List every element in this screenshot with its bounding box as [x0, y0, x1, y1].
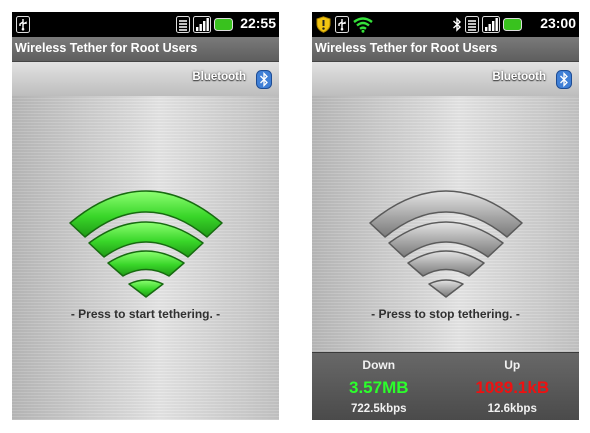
wifi-tether-icon[interactable] [367, 181, 525, 301]
status-time: 23:00 [540, 15, 576, 31]
usb-icon [335, 16, 349, 38]
warning-shield-icon [316, 16, 331, 38]
usb-icon [16, 16, 30, 38]
wifi-tether-icon[interactable] [67, 181, 225, 301]
wifi-status-icon [353, 16, 373, 38]
download-stats: Down 3.57MB 722.5kbps [312, 353, 446, 420]
bluetooth-label[interactable]: Bluetooth [492, 71, 546, 83]
data-signal-icon [176, 16, 190, 38]
traffic-panel: Down 3.57MB 722.5kbps Up 1089.1kB 12.6kb… [312, 352, 579, 420]
tether-hint: - Press to stop tethering. - [371, 307, 520, 321]
app-title: Wireless Tether for Root Users [15, 41, 198, 55]
down-total: 3.57MB [348, 378, 409, 397]
bluetooth-label[interactable]: Bluetooth [192, 71, 246, 83]
app-title: Wireless Tether for Root Users [315, 41, 498, 55]
tether-toggle-button[interactable] [67, 181, 225, 301]
phone-screen-left: 22:55 Wireless Tether for Root Users Blu… [12, 12, 279, 420]
status-bar: 22:55 [12, 12, 279, 37]
tether-content: - Press to start tethering. - [12, 96, 279, 420]
tether-hint: - Press to start tethering. - [70, 307, 221, 321]
upload-stats: Up 1089.1kB 12.6kbps [446, 353, 580, 420]
status-bar: 23:00 [312, 12, 579, 37]
app-title-bar: Wireless Tether for Root Users [12, 37, 279, 62]
up-label: Up [504, 358, 521, 372]
bluetooth-icon[interactable] [256, 70, 272, 94]
signal-icon [482, 16, 500, 38]
status-time: 22:55 [240, 15, 276, 31]
bluetooth-bar[interactable]: Bluetooth [12, 62, 279, 97]
app-title-bar: Wireless Tether for Root Users [312, 37, 579, 62]
bluetooth-status-icon [452, 16, 462, 38]
bluetooth-icon[interactable] [556, 70, 572, 94]
up-total: 1089.1kB [475, 378, 550, 397]
battery-icon [503, 16, 523, 38]
phone-screen-right: 23:00 Wireless Tether for Root Users Blu… [312, 12, 579, 420]
signal-icon [193, 16, 211, 38]
down-label: Down [362, 358, 396, 372]
battery-icon [214, 16, 234, 38]
tether-toggle-button[interactable] [367, 181, 525, 301]
up-rate: 12.6kbps [487, 403, 537, 415]
bluetooth-bar[interactable]: Bluetooth [312, 62, 579, 97]
data-signal-icon [465, 16, 479, 38]
down-rate: 722.5kbps [350, 403, 407, 415]
